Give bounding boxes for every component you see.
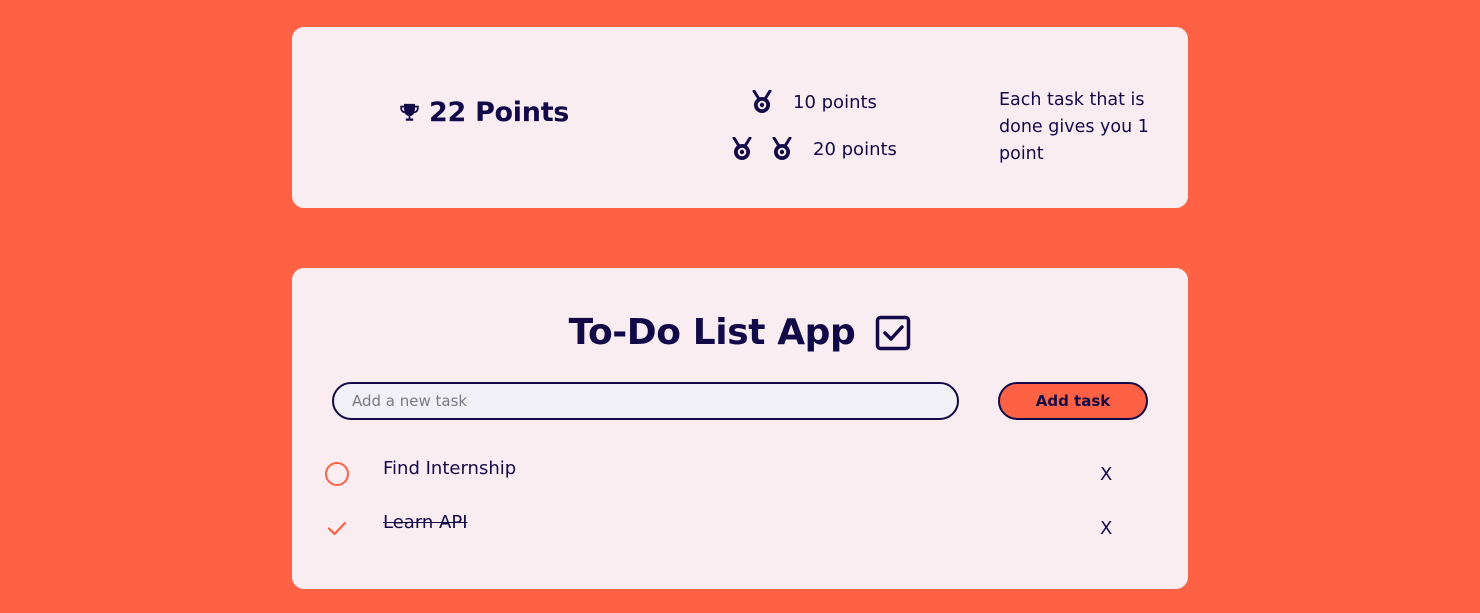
reward-label: 20 points — [813, 138, 897, 160]
points-rule-text: Each task that is done gives you 1 point — [999, 90, 1149, 164]
page-title: To-Do List App — [292, 312, 1188, 353]
reward-label: 10 points — [793, 91, 877, 113]
trophy-icon — [398, 102, 421, 124]
delete-task-button[interactable]: X — [1100, 518, 1112, 539]
task-item: Find Internship X — [292, 455, 1188, 495]
app-title-text: To-Do List App — [568, 312, 856, 353]
add-task-button[interactable]: Add task — [998, 382, 1148, 420]
todo-card: To-Do List App Add task Find Internship … — [292, 268, 1188, 589]
circle-outline-icon[interactable] — [324, 461, 350, 487]
score-display: 22 Points — [398, 97, 569, 128]
points-card: 22 Points 10 points 20 points Each task … — [292, 27, 1188, 208]
reward-row: 10 points — [752, 90, 877, 114]
delete-task-button[interactable]: X — [1100, 464, 1112, 485]
checkbox-checked-icon — [875, 315, 911, 351]
medal-icon — [772, 137, 792, 161]
reward-row: 20 points — [732, 137, 897, 161]
medal-icon — [732, 137, 752, 161]
medal-icon — [752, 90, 772, 114]
task-label[interactable]: Learn API — [383, 512, 468, 533]
task-item: Learn API X — [292, 509, 1188, 549]
new-task-input[interactable] — [332, 382, 959, 420]
task-label[interactable]: Find Internship — [383, 458, 516, 479]
checkmark-icon[interactable] — [324, 515, 350, 541]
score-label: 22 Points — [429, 97, 570, 128]
